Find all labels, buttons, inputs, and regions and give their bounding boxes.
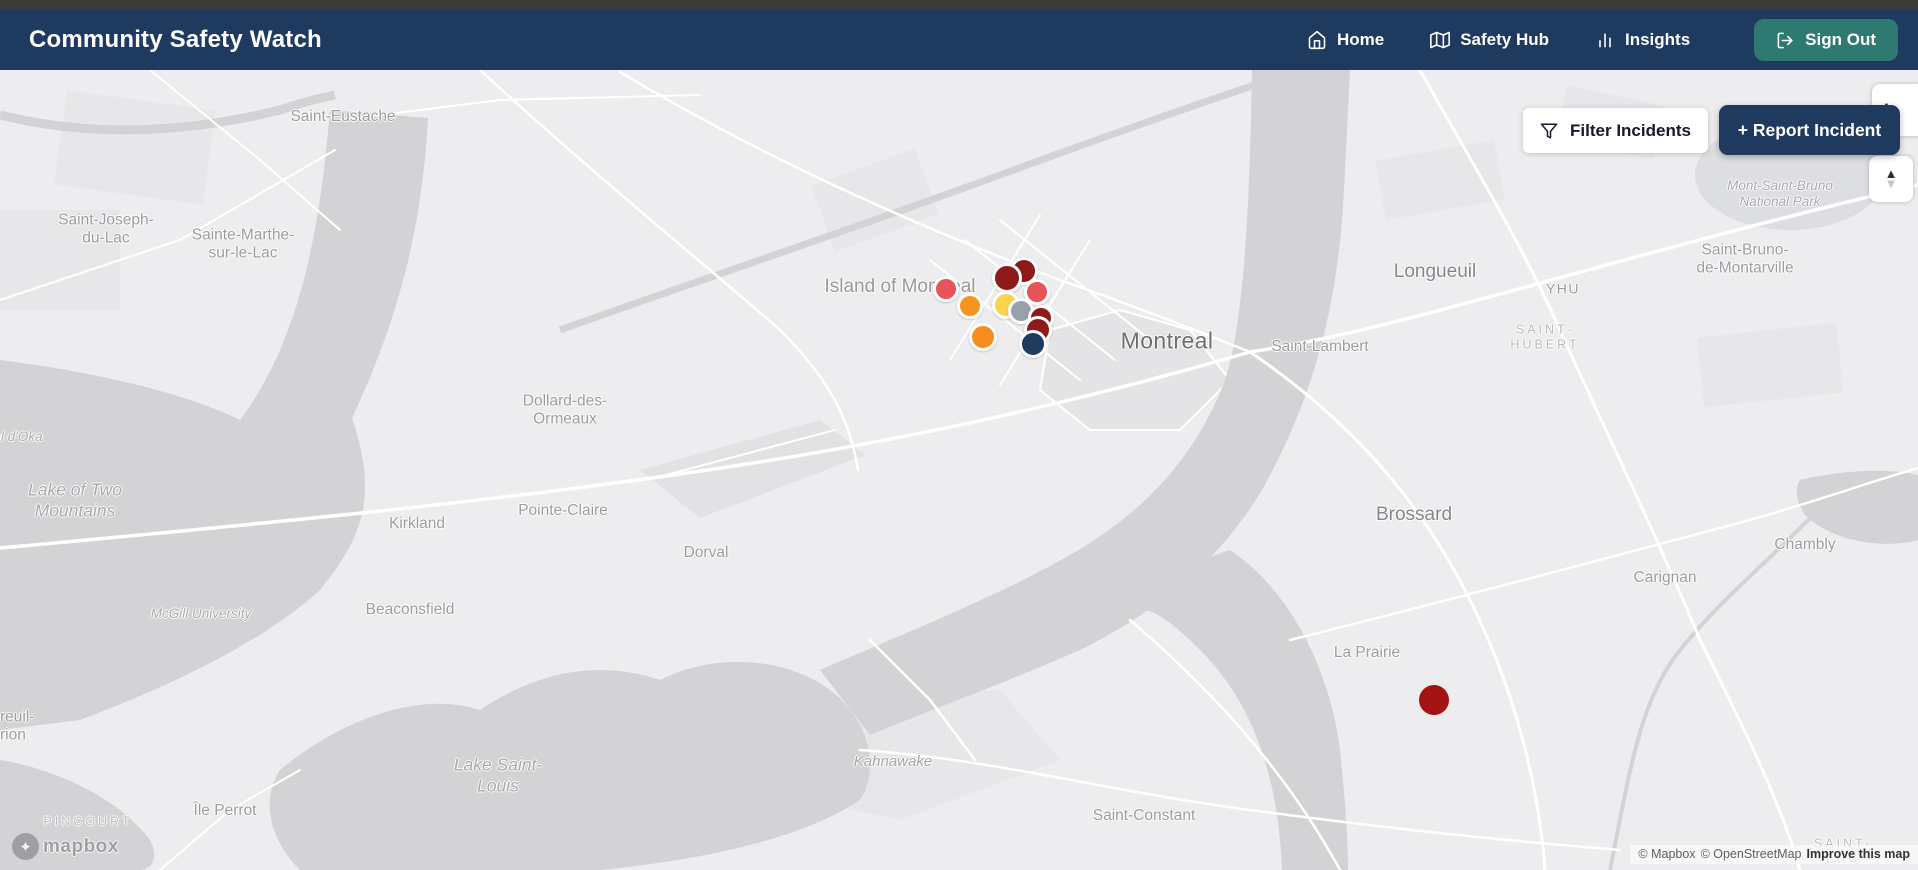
map-canvas[interactable]: Saint-Eustache Saint-Joseph- du-Lac Sainte… [0, 70, 1918, 870]
filter-incidents-button[interactable]: Filter Incidents [1523, 108, 1708, 153]
tilt-control[interactable]: ▲ ▼ [1869, 156, 1913, 202]
incident-marker[interactable] [957, 293, 983, 319]
home-icon [1308, 30, 1326, 50]
map-icon [1430, 31, 1451, 49]
incident-marker[interactable] [992, 263, 1022, 293]
nav-item-label: Insights [1625, 30, 1691, 49]
report-incident-button[interactable]: + Report Incident [1719, 105, 1900, 155]
mapbox-logo[interactable]: ✦ mapbox [12, 833, 119, 860]
incident-marker[interactable] [969, 323, 997, 351]
mapbox-logo-word: mapbox [43, 835, 119, 857]
nav-item-home[interactable]: Home [1307, 30, 1384, 50]
sign-out-label: Sign Out [1805, 30, 1876, 49]
nav-item-label: Home [1336, 30, 1385, 49]
filter-funnel-icon [1540, 123, 1558, 138]
bar-chart-icon [1599, 33, 1611, 48]
nav-item-safety-hub[interactable]: Safety Hub [1430, 30, 1549, 50]
mapbox-credit-link[interactable]: © Mapbox [1638, 847, 1695, 861]
filter-incidents-label: Filter Incidents [1570, 120, 1691, 140]
map-attribution: © Mapbox © OpenStreetMap Improve this ma… [1630, 845, 1918, 864]
osm-credit-link[interactable]: © OpenStreetMap [1701, 847, 1802, 861]
log-out-icon [1777, 32, 1793, 48]
report-incident-label: + Report Incident [1737, 119, 1882, 140]
incident-marker[interactable] [1019, 330, 1047, 358]
browser-top-strip [0, 0, 1918, 10]
incident-markers-layer [0, 70, 1918, 870]
nav-item-insights[interactable]: Insights [1595, 30, 1690, 50]
header-nav: Home Safety Hub Insights Sign Out [1307, 19, 1898, 61]
app-title: Community Safety Watch [29, 26, 322, 53]
sign-out-button[interactable]: Sign Out [1754, 19, 1898, 61]
improve-map-link[interactable]: Improve this map [1807, 847, 1911, 861]
nav-item-label: Safety Hub [1460, 30, 1549, 49]
mapbox-logo-icon: ✦ [12, 833, 39, 860]
incident-marker[interactable] [933, 276, 959, 302]
incident-marker[interactable] [1419, 685, 1449, 715]
arrow-down-icon: ▼ [1884, 176, 1898, 191]
app-header: Community Safety Watch Home Safety Hub I… [0, 10, 1918, 70]
